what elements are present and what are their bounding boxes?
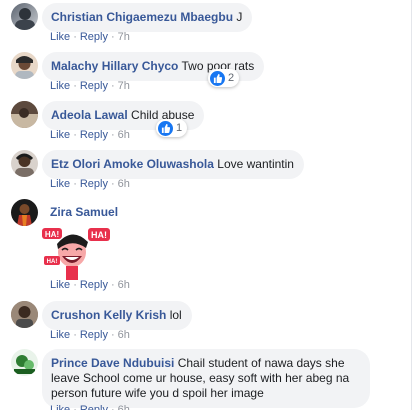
reaction-number: 1 — [176, 122, 183, 134]
sticker-text: HA! — [45, 230, 59, 239]
separator: · — [110, 31, 115, 43]
separator: · — [110, 129, 115, 141]
reaction-count[interactable]: 2 — [208, 69, 240, 87]
separator: · — [73, 129, 77, 141]
comment-text: J — [236, 10, 243, 24]
timestamp[interactable]: 7h — [118, 31, 130, 43]
separator: · — [73, 80, 77, 92]
commenter-name[interactable]: Prince Dave Ndubuisi — [51, 356, 174, 370]
comment-text: lol — [169, 308, 182, 322]
like-link[interactable]: Like — [50, 129, 70, 141]
comment-bubble: Crushon Kelly Krish lol — [42, 301, 192, 330]
comment-actions: Like · Reply · 7h — [50, 30, 130, 44]
comment-bubble: Etz Olori Amoke Oluwashola Love wantinti… — [42, 150, 304, 179]
separator: · — [110, 404, 115, 410]
like-link[interactable]: Like — [50, 178, 70, 190]
timestamp[interactable]: 6h — [118, 329, 130, 341]
commenter-name[interactable]: Malachy Hillary Chyco — [51, 59, 178, 73]
like-link[interactable]: Like — [50, 31, 70, 43]
comment-actions: Like · Reply · 6h — [50, 328, 130, 342]
laughing-sticker: HA! HA! HA! — [42, 228, 110, 280]
separator: · — [110, 178, 115, 190]
avatar[interactable] — [11, 150, 38, 177]
commenter-name[interactable]: Crushon Kelly Krish — [51, 308, 166, 322]
sticker-text: HA! — [91, 230, 107, 240]
avatar[interactable] — [11, 3, 38, 30]
comment-actions: Like · Reply · 6h — [50, 403, 130, 410]
separator: · — [73, 404, 77, 410]
reply-link[interactable]: Reply — [80, 329, 108, 341]
avatar[interactable] — [11, 301, 38, 328]
scrollbar-edge[interactable] — [411, 0, 416, 410]
comment-bubble: Christian Chigaemezu Mbaegbu J — [42, 3, 253, 32]
timestamp[interactable]: 6h — [118, 129, 130, 141]
commenter-name[interactable]: Adeola Lawal — [51, 108, 128, 122]
separator: · — [73, 31, 77, 43]
avatar[interactable] — [11, 349, 38, 376]
timestamp[interactable]: 7h — [118, 80, 130, 92]
like-link[interactable]: Like — [50, 80, 70, 92]
comment-actions: Like · Reply · 6h — [50, 128, 130, 142]
reaction-count[interactable]: 1 — [156, 119, 188, 137]
commenter-name[interactable]: Zira Samuel — [50, 205, 118, 219]
comment-actions: Like · Reply · 7h — [50, 79, 130, 93]
sticker-text: HA! — [47, 259, 58, 265]
comment-text: Love wantintin — [217, 157, 294, 171]
separator: · — [73, 178, 77, 190]
timestamp[interactable]: 6h — [118, 404, 130, 410]
comment-bubble: Prince Dave Ndubuisi Chail student of na… — [42, 349, 370, 408]
like-link[interactable]: Like — [50, 329, 70, 341]
comment-actions: Like · Reply · 6h — [50, 177, 130, 191]
reply-link[interactable]: Reply — [80, 129, 108, 141]
avatar[interactable] — [11, 101, 38, 128]
reaction-number: 2 — [228, 72, 235, 84]
reply-link[interactable]: Reply — [80, 404, 108, 410]
reply-link[interactable]: Reply — [80, 80, 108, 92]
avatar[interactable] — [11, 199, 38, 226]
like-link[interactable]: Like — [50, 404, 70, 410]
commenter-name[interactable]: Etz Olori Amoke Oluwashola — [51, 157, 214, 171]
like-thumb-icon — [210, 70, 225, 86]
commenter-name[interactable]: Christian Chigaemezu Mbaegbu — [51, 10, 233, 24]
separator: · — [110, 329, 115, 341]
reply-link[interactable]: Reply — [80, 31, 108, 43]
separator: · — [110, 80, 115, 92]
timestamp[interactable]: 6h — [118, 279, 130, 291]
avatar[interactable] — [11, 52, 38, 79]
separator: · — [73, 329, 77, 341]
timestamp[interactable]: 6h — [118, 178, 130, 190]
like-thumb-icon — [158, 120, 173, 136]
reply-link[interactable]: Reply — [80, 178, 108, 190]
